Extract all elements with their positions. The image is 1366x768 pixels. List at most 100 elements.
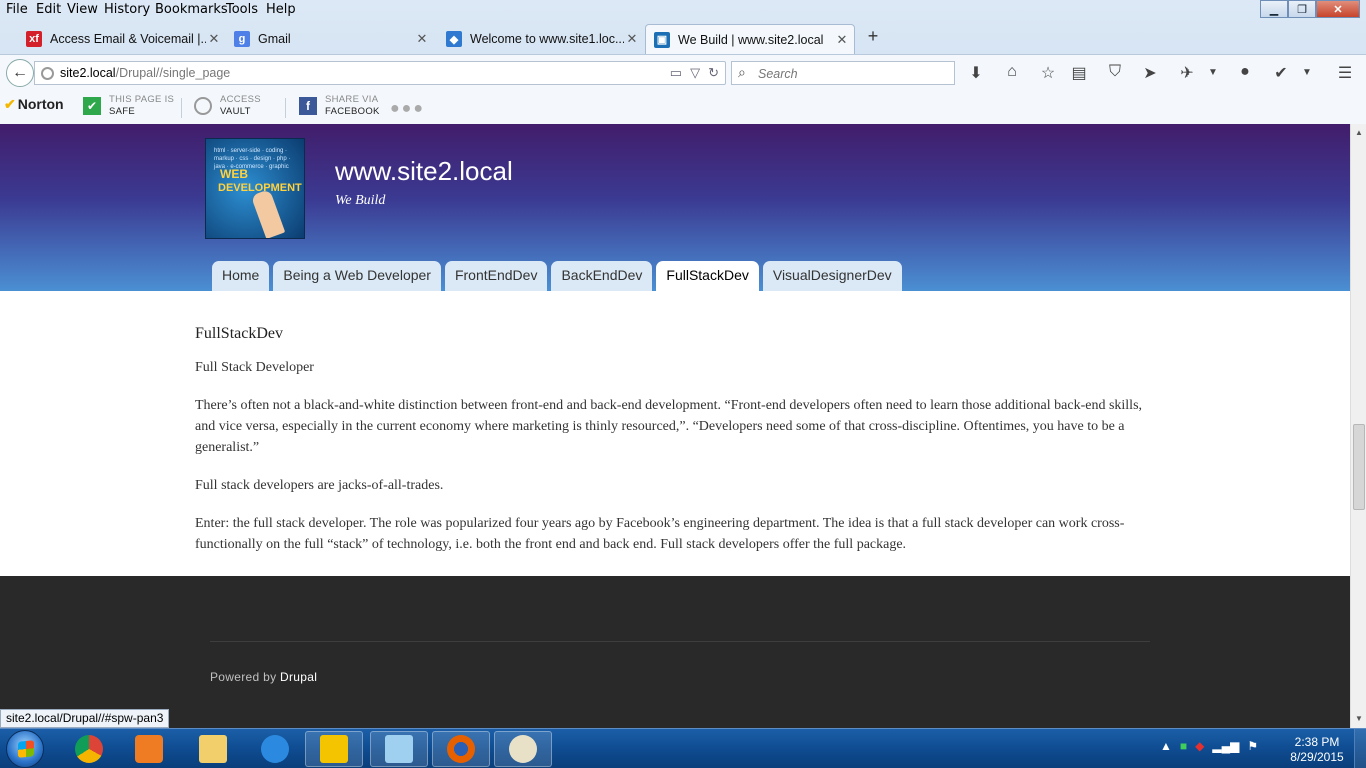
site-icon: ▣ xyxy=(654,31,670,48)
article-paragraph: Full stack developers are jacks-of-all-t… xyxy=(195,478,444,493)
taskbar-paint[interactable] xyxy=(494,731,552,767)
taskbar-file-explorer[interactable] xyxy=(184,731,242,767)
taskbar-notepad[interactable] xyxy=(370,731,428,767)
taskbar-media-player[interactable] xyxy=(120,731,178,767)
shield-check-icon: ✔ xyxy=(83,97,101,115)
url-path: /Drupal//single_page xyxy=(115,66,231,80)
main-menu: Home Being a Web Developer FrontEndDev B… xyxy=(212,261,902,291)
menu-tab-being-a-web-developer[interactable]: Being a Web Developer xyxy=(273,261,441,291)
menu-tab-backenddev[interactable]: BackEndDev xyxy=(551,261,653,291)
site-name[interactable]: www.site2.local xyxy=(335,156,513,187)
menu-history[interactable]: History xyxy=(104,2,150,17)
menu-tools[interactable]: Tools xyxy=(226,2,258,17)
web-page: html · server-side · coding · markup · c… xyxy=(0,124,1350,728)
notepad-icon xyxy=(385,735,413,763)
close-tab-icon[interactable]: ✕ xyxy=(414,31,430,47)
norton-toolbar: ✔ Norton ✔ THIS PAGE IS SAFE ACCESS VAULT f… xyxy=(0,90,1366,124)
menu-tab-fullstackdev[interactable]: FullStackDev xyxy=(656,261,759,291)
more-dots-icon[interactable]: ●●● xyxy=(390,100,425,118)
powered-by-prefix: Powered by xyxy=(210,670,277,684)
norton-icon xyxy=(320,735,348,763)
url-bar[interactable]: site2.local/Drupal//single_page ▭ ▽ ↻ xyxy=(34,61,726,85)
close-window-button[interactable]: ✕ xyxy=(1316,0,1360,18)
dropdown-arrow-icon[interactable]: ▽ xyxy=(690,65,700,81)
chevron-down-icon[interactable]: ▼ xyxy=(1202,67,1224,78)
addon-icon[interactable]: ✈ xyxy=(1176,63,1198,83)
site-logo[interactable]: html · server-side · coding · markup · c… xyxy=(205,138,305,239)
show-desktop-button[interactable] xyxy=(1354,729,1366,768)
tab-site2[interactable]: ▣ We Build | www.site2.local ✕ xyxy=(645,24,855,54)
tab-title: Welcome to www.site1.loc... xyxy=(470,32,624,46)
close-tab-icon[interactable]: ✕ xyxy=(624,31,640,47)
scroll-up-icon[interactable]: ▲ xyxy=(1351,126,1366,140)
chevron-down-icon[interactable]: ▼ xyxy=(1296,67,1318,78)
menu-file[interactable]: File xyxy=(6,2,28,17)
xfinity-icon: xf xyxy=(26,31,42,47)
taskbar-clock[interactable]: 2:38 PM 8/29/2015 xyxy=(1290,735,1344,765)
share-facebook-button[interactable]: f SHARE VIA FACEBOOK xyxy=(299,94,380,118)
url-text[interactable]: site2.local/Drupal//single_page xyxy=(60,66,230,80)
menu-bar: File Edit View History Bookmarks Tools H… xyxy=(0,0,1366,20)
tab-site1[interactable]: ◆ Welcome to www.site1.loc... ✕ xyxy=(438,24,644,54)
divider xyxy=(285,98,286,118)
check-circle-icon[interactable]: ✔ xyxy=(1270,63,1292,83)
norton-brand: Norton xyxy=(17,96,64,112)
tab-xfinity[interactable]: xf Access Email & Voicemail |... ✕ xyxy=(18,24,226,54)
start-button[interactable] xyxy=(6,730,44,768)
maximize-button[interactable]: ❐ xyxy=(1288,0,1316,18)
menu-bookmarks[interactable]: Bookmarks xyxy=(155,2,228,17)
access-vault-button[interactable]: ACCESS VAULT xyxy=(194,94,261,118)
hand-icon xyxy=(250,188,286,238)
tab-title: Gmail xyxy=(258,32,291,46)
minimize-button[interactable]: ▁ xyxy=(1260,0,1288,18)
menu-edit[interactable]: Edit xyxy=(36,2,61,17)
reload-icon[interactable]: ↻ xyxy=(708,65,719,81)
menu-view[interactable]: View xyxy=(67,2,98,17)
scroll-down-icon[interactable]: ▼ xyxy=(1351,712,1366,726)
download-icon[interactable]: ⬇ xyxy=(965,63,987,83)
pocket-icon[interactable]: ⛉ xyxy=(1104,63,1126,81)
page-safe-indicator[interactable]: ✔ THIS PAGE IS SAFE xyxy=(83,94,174,118)
signal-bars-icon[interactable]: ▂▄▆ xyxy=(1212,739,1239,753)
share-line1: SHARE VIA xyxy=(325,94,379,105)
navigation-bar: site2.local/Drupal//single_page ▭ ▽ ↻ ← … xyxy=(0,54,1366,90)
mcafee-icon[interactable]: ◆ xyxy=(1195,739,1204,753)
taskbar-chrome[interactable] xyxy=(60,731,118,767)
menu-tab-home[interactable]: Home xyxy=(212,261,270,291)
network-adapter-icon[interactable]: ■ xyxy=(1180,739,1187,753)
home-icon[interactable]: ⌂ xyxy=(1001,63,1023,81)
bookmark-star-icon[interactable]: ☆ xyxy=(1037,63,1059,83)
scrollbar-thumb[interactable] xyxy=(1353,424,1365,510)
tab-title: We Build | www.site2.local xyxy=(678,32,824,47)
tab-gmail[interactable]: g Gmail ✕ xyxy=(226,24,434,54)
search-placeholder: Search xyxy=(758,67,798,81)
drupal-link[interactable]: Drupal xyxy=(280,670,317,684)
hamburger-menu-icon[interactable]: ☰ xyxy=(1334,63,1356,83)
action-center-flag-icon[interactable]: ⚑ xyxy=(1247,739,1258,753)
page-scrollbar[interactable]: ▲ ▼ xyxy=(1350,124,1366,728)
browser-chrome: File Edit View History Bookmarks Tools H… xyxy=(0,0,1366,124)
chat-icon[interactable]: ● xyxy=(1234,63,1256,81)
search-input[interactable]: ⌕ Search xyxy=(731,61,955,85)
clipboard-icon[interactable]: ▤ xyxy=(1068,63,1090,83)
norton-logo[interactable]: ✔ Norton xyxy=(4,96,64,113)
clock-time: 2:38 PM xyxy=(1294,735,1340,749)
send-icon[interactable]: ➤ xyxy=(1139,63,1161,83)
reader-view-icon[interactable]: ▭ xyxy=(670,65,682,81)
clock-date: 8/29/2015 xyxy=(1290,750,1344,764)
vault-line1: ACCESS xyxy=(220,94,261,105)
search-icon: ⌕ xyxy=(738,64,746,80)
menu-tab-visualdesignerdev[interactable]: VisualDesignerDev xyxy=(762,261,902,291)
taskbar-norton[interactable] xyxy=(305,731,363,767)
taskbar-internet-explorer[interactable] xyxy=(246,731,304,767)
vault-line2: VAULT xyxy=(220,106,251,117)
menu-help[interactable]: Help xyxy=(266,2,296,17)
taskbar-firefox[interactable] xyxy=(432,731,490,767)
back-button[interactable]: ← xyxy=(6,59,34,87)
show-hidden-icons-icon[interactable]: ▲ xyxy=(1160,739,1172,753)
menu-tab-frontenddev[interactable]: FrontEndDev xyxy=(444,261,548,291)
close-tab-icon[interactable]: ✕ xyxy=(206,31,222,47)
close-tab-icon[interactable]: ✕ xyxy=(834,32,850,48)
new-tab-button[interactable]: + xyxy=(863,26,883,48)
page-safe-text: THIS PAGE IS SAFE xyxy=(109,94,174,118)
